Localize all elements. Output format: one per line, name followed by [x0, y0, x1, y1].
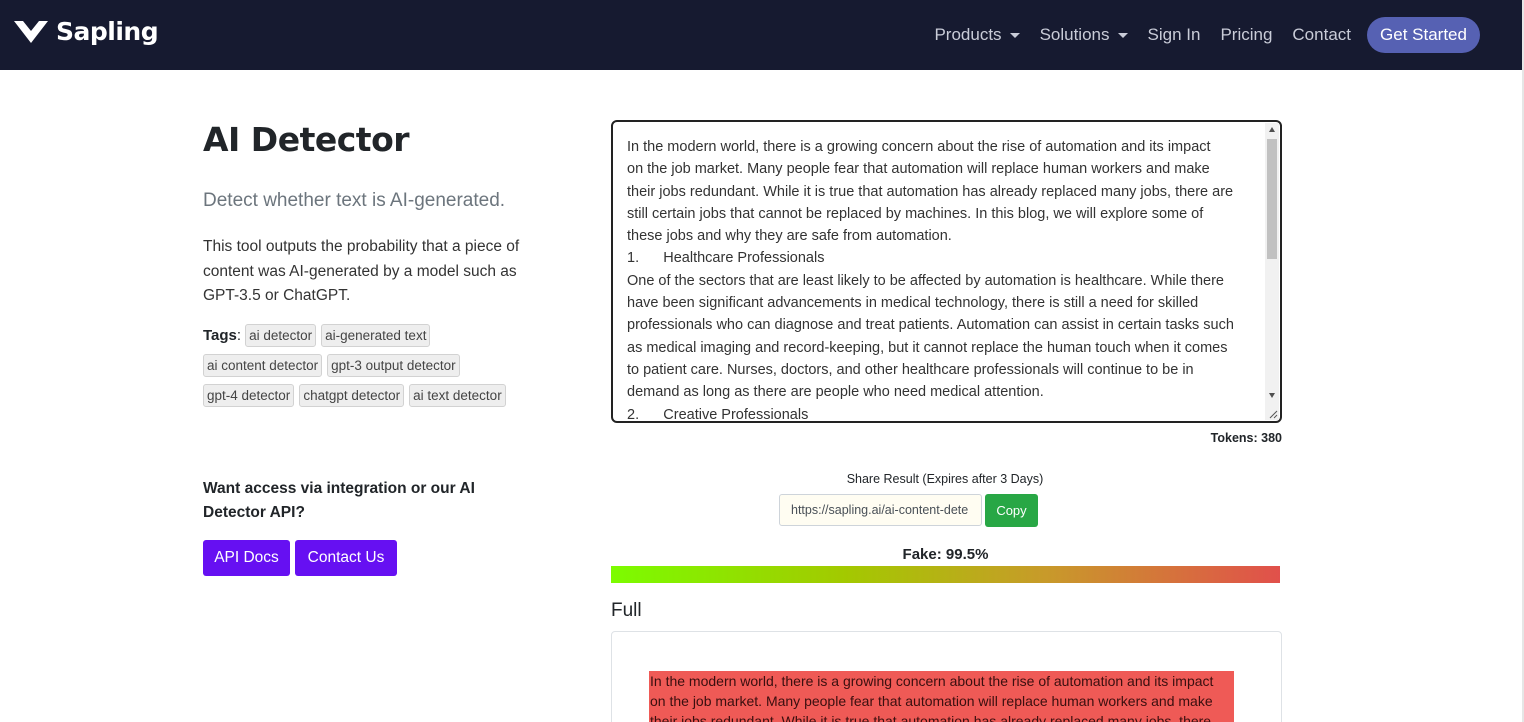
nav-solutions-label: Solutions	[1039, 25, 1110, 44]
input-text[interactable]: In the modern world, there is a growing …	[627, 136, 1257, 421]
scroll-thumb[interactable]	[1267, 139, 1277, 259]
nav-products-label: Products	[934, 25, 1002, 44]
highlighted-text: In the modern world, there is a growing …	[649, 671, 1234, 722]
api-access-heading: Want access via integration or our AI De…	[203, 480, 475, 521]
fake-score-gradient-bar	[611, 566, 1280, 583]
full-highlight-box: In the modern world, there is a growing …	[611, 631, 1282, 722]
full-section-label: Full	[611, 600, 642, 621]
tag[interactable]: ai detector	[245, 323, 317, 347]
scroll-down-arrow-icon[interactable]	[1269, 393, 1275, 398]
tags-label: Tags	[203, 326, 237, 344]
nav-products[interactable]: Products	[934, 25, 1020, 45]
highlighted-line: on the job market. Many people fear that…	[649, 691, 1234, 712]
tag-row: ai content detector gpt-3 output detecto…	[203, 353, 533, 377]
tag[interactable]: chatgpt detector	[299, 383, 405, 407]
brand-name: Sapling	[56, 16, 159, 46]
textarea-scrollbar[interactable]	[1265, 123, 1279, 420]
tags-colon: :	[236, 326, 242, 344]
nav-pricing[interactable]: Pricing	[1220, 25, 1272, 45]
api-docs-button[interactable]: API Docs	[203, 540, 290, 576]
tags-section: Tags: ai detector ai-generated text ai c…	[203, 323, 533, 413]
get-started-button[interactable]: Get Started	[1367, 17, 1480, 53]
scroll-up-arrow-icon[interactable]	[1269, 127, 1275, 132]
tag[interactable]: gpt-4 detector	[203, 383, 295, 407]
resize-grip-icon[interactable]	[1268, 409, 1278, 419]
token-count: Tokens: 380	[1210, 431, 1282, 445]
nav-sign-in[interactable]: Sign In	[1148, 25, 1201, 45]
page-title: AI Detector	[203, 120, 410, 159]
tag[interactable]: ai content detector	[203, 353, 323, 377]
nav-solutions[interactable]: Solutions	[1040, 25, 1128, 45]
tag[interactable]: gpt-3 output detector	[327, 353, 460, 377]
nav-contact[interactable]: Contact	[1292, 25, 1351, 45]
copy-button[interactable]: Copy	[985, 494, 1038, 527]
chevron-down-icon	[1009, 32, 1020, 38]
tag[interactable]: ai-generated text	[321, 323, 431, 347]
share-url-input[interactable]: https://sapling.ai/ai-content-dete	[779, 494, 982, 526]
fake-score-label: Fake: 99.5%	[902, 546, 989, 563]
highlighted-line: In the modern world, there is a growing …	[649, 671, 1234, 692]
text-input-area[interactable]: In the modern world, there is a growing …	[611, 120, 1282, 423]
tag-row: gpt-4 detector chatgpt detector ai text …	[203, 383, 533, 407]
tag[interactable]: ai text detector	[409, 383, 506, 407]
nav-links: Products Solutions Sign In Pricing Conta…	[934, 0, 1522, 70]
brand-logo[interactable]: Sapling	[12, 14, 159, 48]
sapling-logo-icon	[14, 21, 48, 43]
contact-us-button[interactable]: Contact Us	[295, 540, 397, 576]
chevron-down-icon	[1117, 32, 1128, 38]
tag-row: Tags: ai detector ai-generated text	[203, 323, 533, 347]
highlighted-line: their jobs redundant. While it is true t…	[649, 711, 1234, 722]
tool-description: This tool outputs the probability that a…	[203, 238, 520, 304]
share-result-label: Share Result (Expires after 3 Days)	[846, 472, 1044, 486]
top-navbar: Sapling Products Solutions Sign In Prici…	[0, 0, 1522, 70]
page-subtitle: Detect whether text is AI-generated.	[203, 190, 506, 211]
